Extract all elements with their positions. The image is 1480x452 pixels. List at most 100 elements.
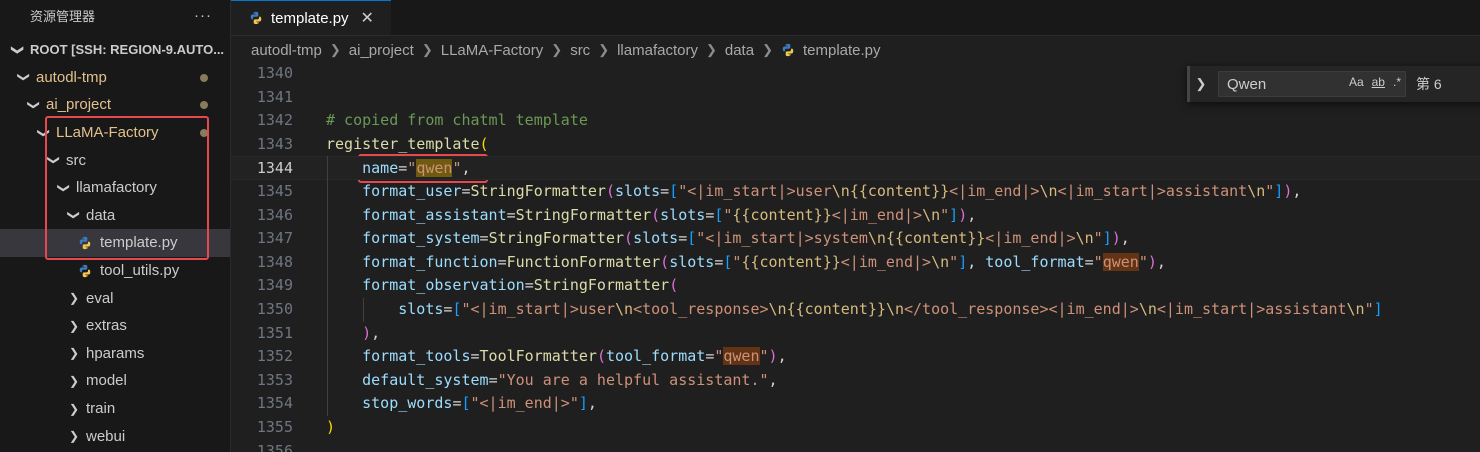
breadcrumb-item[interactable]: src xyxy=(570,42,590,59)
close-tab-icon[interactable]: ✕ xyxy=(361,8,374,28)
code-text: default_system="You are a helpful assist… xyxy=(326,369,777,393)
tree-item[interactable]: tool_utils.py xyxy=(0,257,230,285)
tree-item[interactable]: ❯ webui xyxy=(0,422,230,450)
code-token: ( xyxy=(596,347,606,366)
line-number: 1354 xyxy=(256,394,293,413)
chevron-down-icon: ❯ xyxy=(27,99,41,111)
tab-template-py[interactable]: template.py ✕ xyxy=(231,0,391,35)
tree-item[interactable]: ❯ train xyxy=(0,395,230,423)
code-token: ToolFormatter xyxy=(479,347,597,366)
line-number: 1345 xyxy=(256,182,293,200)
code-token: \n xyxy=(1247,182,1266,200)
code-token: # copied from chatml template xyxy=(326,111,588,130)
code-token: [ xyxy=(687,229,697,248)
tree-item-label: llamafactory xyxy=(76,179,157,197)
code-token: "<|im_end|>" xyxy=(470,394,579,413)
breadcrumb-separator-icon: ❯ xyxy=(762,42,773,57)
code-token: = xyxy=(461,182,471,200)
breadcrumb-item[interactable]: ai_project xyxy=(349,42,414,59)
code-token: " xyxy=(1265,182,1275,200)
code-token: = xyxy=(398,159,408,178)
code-text: stop_words=["<|im_end|>"], xyxy=(326,392,597,416)
code-token: ) xyxy=(1283,182,1293,200)
tree-item[interactable]: ❯ eval xyxy=(0,284,230,312)
code-token: slots xyxy=(633,229,679,248)
code-token: = xyxy=(705,347,715,366)
tree-item-label: LLaMA-Factory xyxy=(56,124,159,142)
code-token: StringFormatter xyxy=(515,205,652,224)
tree-item[interactable]: ❯ model xyxy=(0,367,230,395)
code-token: slots xyxy=(615,182,661,200)
code-token: ( xyxy=(624,229,634,248)
code-line: 1344 name="qwen", xyxy=(231,156,1480,180)
modified-dot-icon xyxy=(200,101,208,110)
tree-item-label: eval xyxy=(86,289,114,307)
line-number: 1347 xyxy=(256,229,293,248)
code-token: format_function xyxy=(362,252,498,271)
code-token: </tool_response><|im_end|> xyxy=(904,300,1139,318)
code-token: <|im_end|> xyxy=(840,252,932,271)
tree-item[interactable]: ❯ ROOT [SSH: REGION-9.AUTO... xyxy=(0,36,230,64)
chevron-down-icon: ❯ xyxy=(68,318,80,333)
tree-item[interactable]: ❯ LLaMA-Factory xyxy=(0,119,230,147)
match-whole-word-icon[interactable]: ab xyxy=(1372,75,1385,89)
tree-item[interactable]: ❯ extras xyxy=(0,312,230,340)
breadcrumb: autodl-tmp ❯ ai_project ❯ LLaMA-Factory ❯ src ❯… xyxy=(231,36,1480,64)
tree-item[interactable]: template.py xyxy=(0,229,230,257)
line-number: 1348 xyxy=(256,252,293,271)
code-token: <|im_end|> xyxy=(985,229,1076,248)
explorer-sidebar: 资源管理器 ··· ❯ ROOT [SSH: REGION-9.AUTO... ❯ a… xyxy=(0,0,231,452)
code-line: 1356 xyxy=(231,440,1480,452)
code-token: , xyxy=(967,252,986,271)
code-token: = xyxy=(479,229,489,248)
code-token: tool_format xyxy=(985,252,1085,271)
line-number: 1340 xyxy=(256,64,293,82)
match-case-icon[interactable]: Aa xyxy=(1349,75,1364,89)
breadcrumb-separator-icon: ❯ xyxy=(598,42,610,57)
breadcrumb-item[interactable]: autodl-tmp xyxy=(251,42,322,59)
tree-item-label: autodl-tmp xyxy=(36,68,107,86)
tree-item-label: template.py xyxy=(100,234,178,252)
use-regex-icon[interactable]: .* xyxy=(1393,75,1401,89)
tree-item[interactable]: ❯ llamafactory xyxy=(0,174,230,202)
code-editor[interactable]: 1340 1341 1342 # copied from chatml templat… xyxy=(231,64,1480,452)
code-token: StringFormatter xyxy=(470,182,606,200)
code-token: = xyxy=(524,276,534,295)
code-token: , xyxy=(1292,182,1302,200)
code-token: default_system xyxy=(362,370,489,389)
toggle-replace-icon[interactable]: ❯ xyxy=(1190,76,1212,92)
code-token: , xyxy=(777,347,787,366)
code-text: format_tools=ToolFormatter(tool_format="… xyxy=(326,345,787,369)
code-token: format_user xyxy=(362,182,462,200)
tree-item[interactable]: ❯ src xyxy=(0,146,230,174)
breadcrumb-item[interactable]: data xyxy=(725,42,754,59)
modified-dot-icon xyxy=(200,73,208,82)
find-input[interactable]: Qwen Aa ab .* xyxy=(1218,71,1406,97)
code-token: ) xyxy=(1111,229,1121,248)
code-token: ( xyxy=(479,134,489,153)
code-token: " xyxy=(1364,300,1374,318)
breadcrumb-item[interactable]: llamafactory xyxy=(617,42,698,59)
tree-item[interactable]: ❯ hparams xyxy=(0,340,230,368)
python-file-icon xyxy=(78,236,92,250)
code-token: format_system xyxy=(362,229,480,248)
code-token: slots xyxy=(398,300,444,318)
code-line: 1354 stop_words=["<|im_end|>"], xyxy=(231,392,1480,416)
code-token: , xyxy=(461,159,471,178)
more-actions-icon[interactable]: ··· xyxy=(194,7,212,24)
tree-item[interactable]: ❯ data xyxy=(0,202,230,230)
line-number: 1355 xyxy=(256,418,293,436)
breadcrumb-item[interactable]: template.py xyxy=(803,42,881,59)
code-text: format_observation=StringFormatter( xyxy=(326,274,678,298)
breadcrumb-item[interactable]: LLaMA-Factory xyxy=(441,42,544,59)
code-token: <|im_end|> xyxy=(949,182,1040,200)
code-token: = xyxy=(506,205,516,224)
code-token: <|im_start|>assistant xyxy=(1156,300,1347,318)
tree-item[interactable]: ❯ ai_project xyxy=(0,91,230,119)
line-number: 1343 xyxy=(256,134,293,153)
tree-item[interactable]: ❯ autodl-tmp xyxy=(0,64,230,92)
